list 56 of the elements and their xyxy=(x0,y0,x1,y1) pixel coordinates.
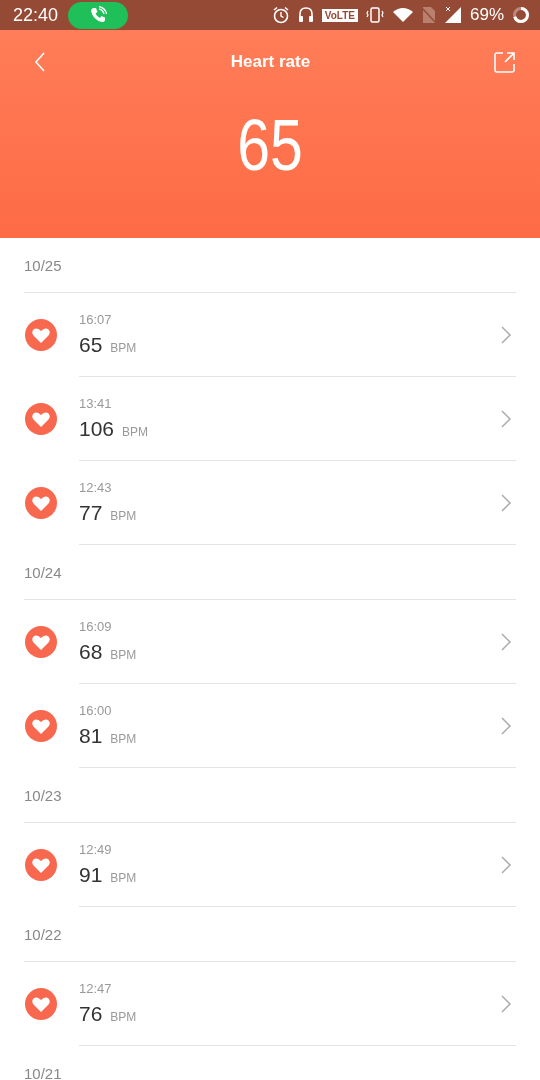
record-row[interactable]: 16:07 65 BPM xyxy=(24,293,516,377)
battery-ring-icon xyxy=(512,6,530,24)
clock-time: 22:40 xyxy=(13,4,59,26)
unit-label: BPM xyxy=(122,425,149,439)
battery-percent: 69% xyxy=(469,5,504,25)
record-value: 76 xyxy=(79,1002,103,1026)
chevron-icon xyxy=(500,854,512,875)
phone-icon xyxy=(89,6,108,24)
record-value: 77 xyxy=(79,501,103,525)
record-row[interactable]: 16:09 68 BPM xyxy=(24,600,516,684)
headphones-icon xyxy=(297,6,314,24)
chevron-icon xyxy=(500,492,512,513)
unit-label: BPM xyxy=(110,871,137,885)
record-time: 16:00 xyxy=(79,703,113,718)
record-value: 106 xyxy=(79,417,115,441)
unit-label: BPM xyxy=(110,732,137,746)
record-row[interactable]: 12:49 91 BPM xyxy=(24,823,516,907)
chevron-icon xyxy=(500,324,512,345)
wifi-icon xyxy=(391,7,414,23)
record-row[interactable]: 16:00 81 BPM xyxy=(24,684,516,768)
record-value: 65 xyxy=(79,333,103,357)
record-row[interactable]: 12:43 77 BPM xyxy=(24,461,516,545)
signal-icon xyxy=(443,6,462,24)
unit-label: BPM xyxy=(110,648,137,662)
record-value: 68 xyxy=(79,640,103,664)
record-time: 16:07 xyxy=(79,312,113,327)
unit-label: BPM xyxy=(110,1010,137,1024)
unit-label: BPM xyxy=(110,341,137,355)
record-time: 16:09 xyxy=(79,619,113,634)
record-time: 12:49 xyxy=(79,842,113,857)
no-sim-icon xyxy=(421,6,436,24)
date-label: 10/24 xyxy=(24,563,62,581)
page-title: Heart rate xyxy=(230,52,311,72)
record-row[interactable]: 12:47 76 BPM xyxy=(24,962,516,1046)
chevron-icon xyxy=(500,715,512,736)
chevron-icon xyxy=(500,408,512,429)
record-row[interactable]: 13:41 106 BPM xyxy=(24,377,516,461)
chevron-icon xyxy=(500,631,512,652)
vibrate-icon xyxy=(365,6,384,24)
share-icon[interactable] xyxy=(494,51,516,73)
chevron-icon xyxy=(500,993,512,1014)
volte-badge: VoLTE xyxy=(321,8,358,22)
record-time: 13:41 xyxy=(79,396,113,411)
alarm-icon xyxy=(271,6,290,24)
date-label: 10/23 xyxy=(24,786,62,804)
unit-label: BPM xyxy=(110,509,137,523)
record-time: 12:43 xyxy=(79,480,113,495)
date-label: 10/25 xyxy=(24,256,62,274)
date-label: 10/21 xyxy=(24,1064,62,1080)
back-icon[interactable] xyxy=(33,51,47,73)
record-value: 91 xyxy=(79,863,103,887)
heart-rate-value: 65 xyxy=(237,104,303,186)
record-time: 12:47 xyxy=(79,981,113,996)
call-indicator[interactable] xyxy=(68,1,129,29)
date-label: 10/22 xyxy=(24,925,62,943)
record-value: 81 xyxy=(79,724,103,748)
